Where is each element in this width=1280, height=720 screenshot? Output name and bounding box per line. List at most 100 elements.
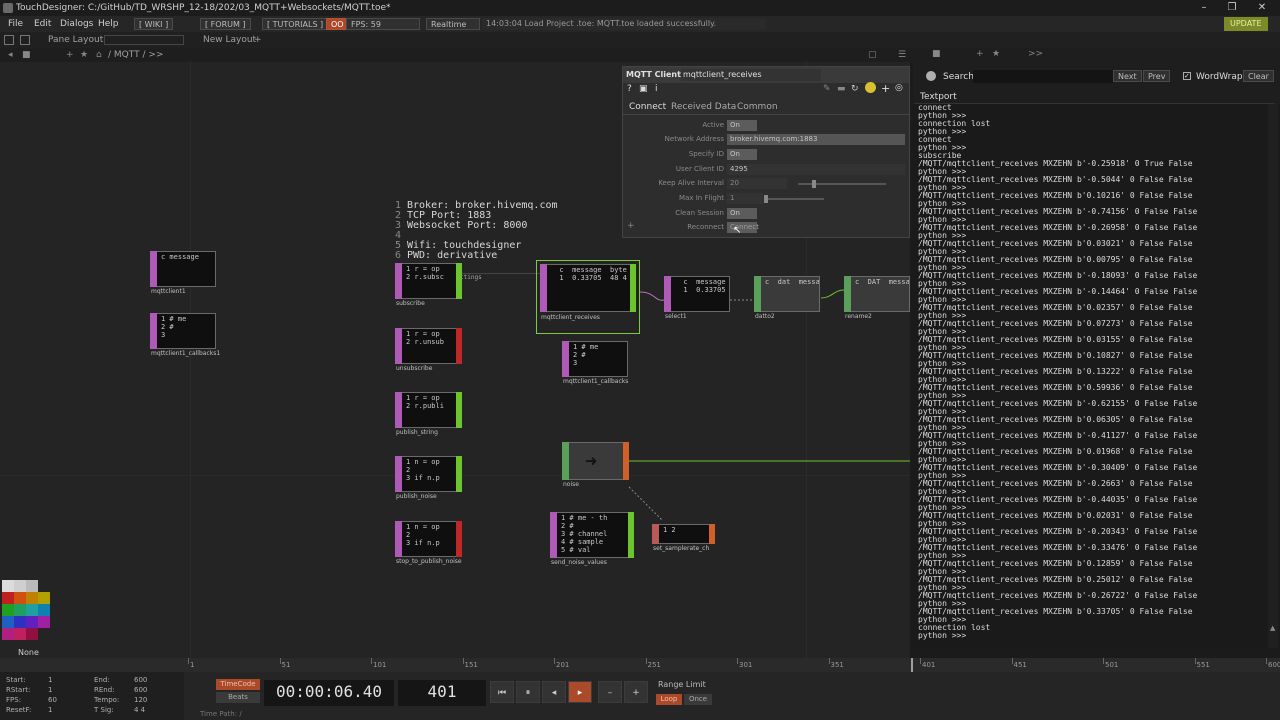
max-in-flight-slider[interactable]: [764, 195, 824, 203]
slider-knob[interactable]: [764, 195, 768, 203]
edit-icon[interactable]: ✎: [823, 84, 831, 94]
tutorials-button[interactable]: [ TUTORIALS ]: [262, 18, 329, 30]
pane-layout-presets[interactable]: [104, 35, 184, 45]
tab-common[interactable]: Common: [737, 102, 778, 112]
swatch[interactable]: [14, 580, 26, 592]
swatch[interactable]: [2, 628, 14, 640]
param-reconnect[interactable]: Reconnect Connect: [623, 221, 909, 235]
stop-icon-2[interactable]: ■: [932, 49, 941, 59]
network-path[interactable]: / MQTT / >>: [108, 48, 163, 62]
textport-path[interactable]: >>: [1028, 49, 1043, 59]
swatch[interactable]: [26, 628, 38, 640]
swatch[interactable]: [2, 604, 14, 616]
bypass-flag[interactable]: [456, 521, 462, 557]
minimize-button[interactable]: –: [1190, 0, 1218, 16]
realtime-toggle[interactable]: Realtime: [426, 18, 480, 30]
swatch[interactable]: [26, 604, 38, 616]
swatch[interactable]: [14, 616, 26, 628]
viewer-flag[interactable]: [628, 512, 634, 558]
swatch-none-label[interactable]: None: [18, 648, 39, 657]
tempo-value[interactable]: 120: [134, 696, 147, 704]
add-icon[interactable]: +: [66, 48, 74, 62]
swatch[interactable]: [2, 616, 14, 628]
python-icon[interactable]: ▣: [639, 84, 648, 94]
max-in-flight-field[interactable]: 1: [727, 193, 763, 204]
swatch[interactable]: [14, 592, 26, 604]
step-back-button[interactable]: ◂: [542, 681, 566, 703]
pane-split-vertical-icon[interactable]: [20, 35, 30, 45]
timecode-toggle[interactable]: TimeCode: [216, 679, 260, 690]
viewer-flag[interactable]: [630, 264, 636, 312]
textport-scrollbar[interactable]: ▲: [1268, 104, 1278, 648]
menu-file[interactable]: File: [8, 16, 23, 32]
expand-icon[interactable]: +: [627, 221, 635, 231]
home-icon[interactable]: ⌂: [96, 48, 102, 62]
pane-options-icon[interactable]: ▢: [868, 48, 877, 62]
wiki-button[interactable]: [ WIKI ]: [134, 18, 174, 30]
add-pane-button[interactable]: +: [254, 32, 262, 48]
info-icon[interactable]: i: [655, 84, 658, 94]
stop-icon[interactable]: ■: [22, 48, 31, 62]
next-button[interactable]: Next: [1113, 70, 1142, 82]
tab-connect[interactable]: Connect: [629, 102, 666, 112]
swatch[interactable]: [38, 604, 50, 616]
reconnect-button[interactable]: Connect: [727, 222, 759, 233]
param-user-client-id[interactable]: User Client ID 4295: [623, 163, 909, 177]
pause-button[interactable]: ⏸: [516, 681, 540, 703]
param-network-address[interactable]: Network Address broker.hivemq.com:1883: [623, 133, 909, 147]
once-toggle[interactable]: Once: [684, 694, 712, 705]
close-button[interactable]: ✕: [1248, 0, 1276, 16]
add-icon-2[interactable]: +: [976, 49, 984, 59]
time-display[interactable]: 00:00:06.40: [264, 680, 394, 706]
op-name-field[interactable]: mqttclient_receives: [681, 69, 821, 81]
export-flag[interactable]: [623, 442, 629, 480]
rstart-value[interactable]: 1: [48, 686, 52, 694]
viewer-flag[interactable]: [456, 263, 462, 299]
settings-circle-icon[interactable]: ◎: [895, 83, 903, 93]
menu-dialogs[interactable]: Dialogs: [60, 16, 93, 32]
scroll-up-icon[interactable]: ▲: [1270, 624, 1275, 632]
swatch[interactable]: [14, 628, 26, 640]
swatch[interactable]: [26, 592, 38, 604]
prev-button[interactable]: Prev: [1143, 70, 1171, 82]
add-parameter-button[interactable]: +: [881, 82, 890, 95]
viewer-flag[interactable]: [456, 392, 462, 428]
parameter-dialog[interactable]: MQTT Client mqttclient_receives ? ▣ i ✎ …: [622, 66, 910, 238]
end-value[interactable]: 600: [134, 676, 147, 684]
python-logo-icon[interactable]: [865, 82, 876, 93]
swatch[interactable]: [38, 592, 50, 604]
param-specify-id[interactable]: Specify ID On: [623, 148, 909, 162]
start-value[interactable]: 1: [48, 676, 52, 684]
pane-split-icon[interactable]: [4, 35, 14, 45]
textport-tab[interactable]: Textport: [920, 92, 957, 102]
tsig-value[interactable]: 4 4: [134, 706, 145, 714]
param-max-in-flight[interactable]: Max In Flight 1: [623, 192, 909, 206]
keep-alive-field[interactable]: 20: [727, 178, 787, 189]
swatch[interactable]: [2, 592, 14, 604]
refresh-icon[interactable]: ↻: [851, 84, 859, 94]
slider-knob[interactable]: [812, 180, 816, 188]
help-icon[interactable]: ?: [627, 84, 632, 94]
clear-button[interactable]: Clear: [1243, 70, 1274, 82]
search-input[interactable]: [973, 70, 1113, 83]
comment-icon[interactable]: ▬: [837, 84, 846, 94]
param-active[interactable]: Active On: [623, 119, 909, 133]
user-client-id-field[interactable]: 4295: [727, 164, 905, 175]
menu-edit[interactable]: Edit: [34, 16, 51, 32]
specify-id-toggle[interactable]: On: [727, 149, 757, 160]
swatch[interactable]: [38, 616, 50, 628]
swatch[interactable]: [26, 580, 38, 592]
swatch[interactable]: [26, 616, 38, 628]
rend-value[interactable]: 600: [134, 686, 147, 694]
bookmark-star-icon[interactable]: ★: [80, 48, 88, 62]
network-address-field[interactable]: broker.hivemq.com:1883: [727, 134, 905, 145]
swatch[interactable]: [14, 604, 26, 616]
frame-display[interactable]: 401: [398, 680, 486, 706]
fps-value-field[interactable]: 60: [48, 696, 57, 704]
bypass-flag[interactable]: [456, 328, 462, 364]
new-layout-button[interactable]: New Layout: [203, 32, 256, 48]
clean-session-toggle[interactable]: On: [727, 208, 757, 219]
tab-received-data[interactable]: Received Data: [671, 102, 736, 112]
timeline-ruler[interactable]: 1 51 101 151 201 251 301 351 401 451 501 551 600: [0, 658, 1280, 672]
pane-menu-icon[interactable]: ☰: [898, 48, 906, 62]
